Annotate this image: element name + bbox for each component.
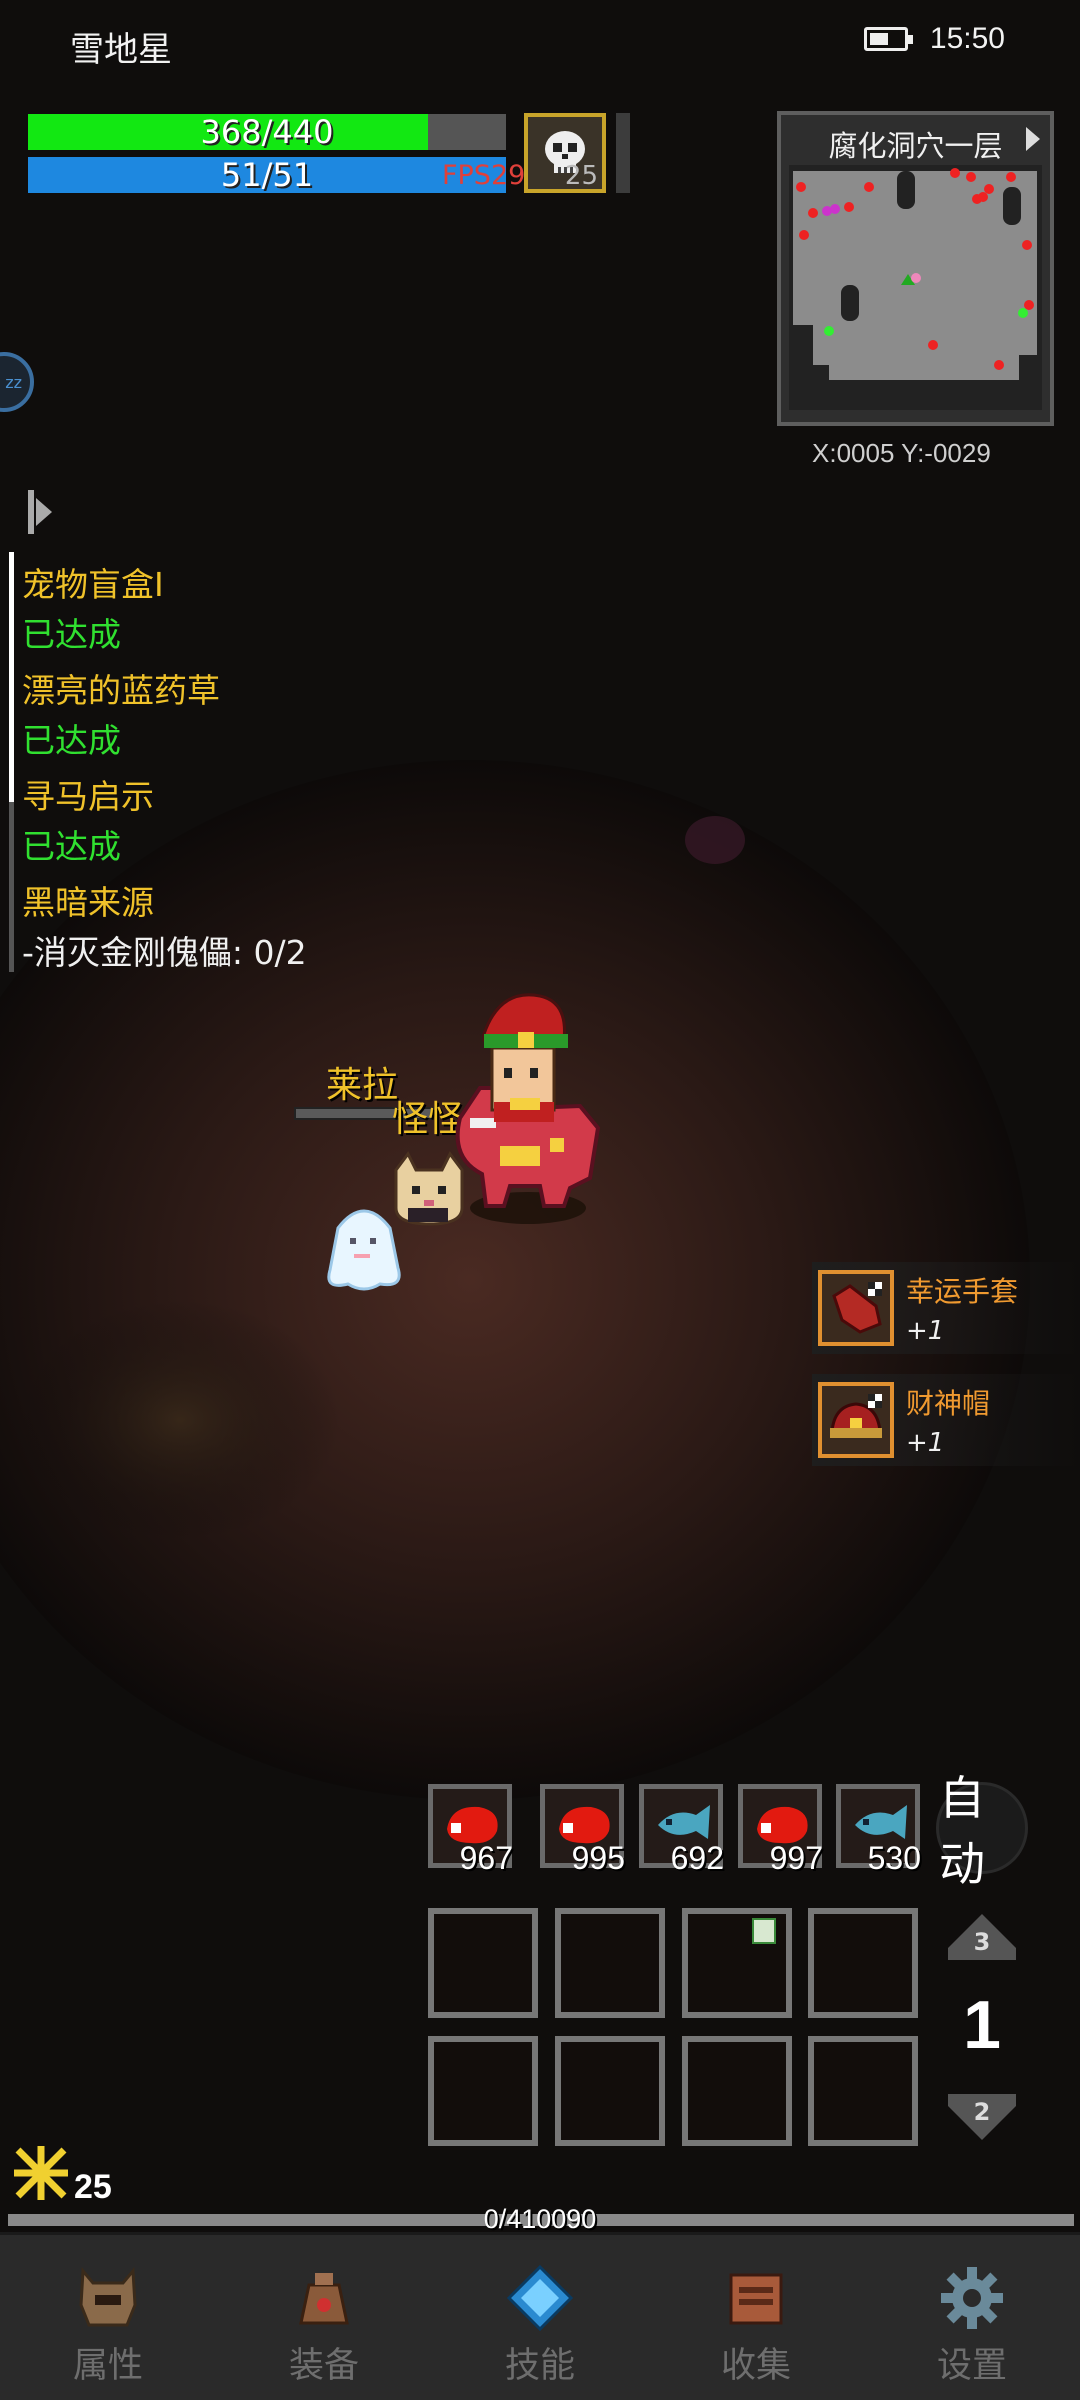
gear-icon — [941, 2267, 1003, 2329]
quest-title: 寻马启示 — [22, 777, 154, 816]
quest-item[interactable]: 漂亮的蓝药草 已达成 — [22, 666, 307, 766]
inventory-slot[interactable] — [682, 2036, 792, 2146]
page-up-number: 3 — [973, 1928, 991, 1956]
drop-item-count: +1 — [906, 1428, 945, 1458]
quest-status: 已达成 — [22, 827, 121, 866]
nav-equipment[interactable]: 装备 — [216, 2235, 432, 2400]
fps-counter: FPS29 — [442, 160, 526, 191]
hp-bar: 368/440 — [28, 114, 506, 150]
expand-panel-icon[interactable] — [28, 490, 54, 534]
drop-item-name: 幸运手套 — [906, 1275, 1019, 1308]
drop-item-name: 财神帽 — [906, 1387, 991, 1420]
minimap-expand-icon[interactable] — [1026, 127, 1040, 151]
nav-label: 属性 — [72, 2346, 143, 2386]
quest-title: 宠物盲盒I — [22, 565, 164, 604]
nav-settings[interactable]: 设置 — [864, 2235, 1080, 2400]
bag-icon — [299, 2273, 349, 2325]
inventory-slot[interactable] — [555, 1908, 665, 2018]
quick-slot-4[interactable]: 997 — [738, 1784, 823, 1876]
player-coordinates: X:0005 Y:-0029 — [812, 438, 991, 468]
side-slot[interactable] — [616, 113, 630, 193]
nav-collection[interactable]: 收集 — [648, 2235, 864, 2400]
inventory-slot[interactable] — [428, 1908, 538, 2018]
quick-slot-qty: 997 — [769, 1840, 823, 1876]
minimap-title: 腐化洞穴一层 — [828, 129, 1003, 163]
quest-title: 黑暗来源 — [22, 883, 154, 922]
hat-icon — [818, 1382, 894, 1458]
glove-icon — [818, 1270, 894, 1346]
gem-currency-icon — [14, 2146, 68, 2200]
mp-text: 51/51 — [220, 156, 314, 194]
drop-item-count: +1 — [906, 1316, 945, 1346]
quest-status: 已达成 — [22, 615, 121, 654]
npc-name-label: 莱拉 — [326, 1065, 399, 1106]
item-drop-notification: 财神帽 +1 — [812, 1374, 1080, 1466]
skull-level-button[interactable]: 25 — [524, 113, 606, 193]
quest-title: 漂亮的蓝药草 — [22, 671, 220, 710]
inventory-slot[interactable] — [682, 1908, 792, 2018]
minimap-map — [789, 165, 1042, 410]
inventory-slot[interactable] — [808, 1908, 918, 2018]
quick-slot-qty: 530 — [867, 1840, 921, 1876]
quest-item[interactable]: 寻马启示 已达成 — [22, 772, 307, 872]
page-up-button[interactable]: 3 — [948, 1914, 1016, 1960]
quest-item[interactable]: 黑暗来源 -消灭金刚傀儡: 0/2 — [22, 878, 307, 978]
shield-tag-icon — [752, 1918, 776, 1944]
hp-text: 368/440 — [200, 113, 334, 151]
nav-attributes[interactable]: 属性 — [0, 2235, 216, 2400]
quest-scroll-thumb[interactable] — [9, 552, 14, 802]
skull-level: 25 — [564, 161, 598, 191]
quest-task: -消灭金刚傀儡: 0/2 — [22, 933, 307, 972]
item-drop-notification: 幸运手套 +1 — [812, 1262, 1080, 1354]
page-down-number: 2 — [973, 2098, 991, 2126]
quick-slot-3[interactable]: 692 — [639, 1784, 724, 1876]
nav-label: 设置 — [936, 2346, 1007, 2386]
page-down-button[interactable]: 2 — [948, 2094, 1016, 2140]
inventory-page-number: 1 — [963, 1987, 1001, 2063]
quick-slot-qty: 967 — [459, 1840, 513, 1876]
gem-count: 25 — [74, 2168, 112, 2206]
quest-scroll-track[interactable] — [9, 552, 14, 972]
status-time: 15:50 — [929, 22, 1005, 55]
quick-slot-1[interactable]: 967 — [428, 1784, 513, 1876]
nav-label: 技能 — [504, 2346, 575, 2386]
auto-battle-button[interactable]: 自动 — [936, 1771, 1028, 1891]
quest-status: 已达成 — [22, 721, 121, 760]
nav-label: 收集 — [720, 2346, 791, 2386]
nav-skills[interactable]: 技能 — [432, 2235, 648, 2400]
nav-label: 装备 — [288, 2346, 359, 2386]
quick-slot-qty: 692 — [670, 1840, 724, 1876]
quick-slot-5[interactable]: 530 — [836, 1784, 921, 1876]
inventory-slot[interactable] — [808, 2036, 918, 2146]
player-on-mount-sprite[interactable] — [440, 978, 610, 1228]
helmet-icon — [79, 2267, 137, 2327]
quick-slot-qty: 995 — [571, 1840, 625, 1876]
quick-slot-2[interactable]: 995 — [540, 1784, 625, 1876]
status-app-name: 雪地星 — [70, 30, 172, 70]
book-icon — [729, 2273, 783, 2325]
minimap[interactable]: 腐化洞穴一层 — [777, 111, 1054, 426]
inventory-slot[interactable] — [555, 2036, 665, 2146]
exp-text: 0/410090 — [483, 2204, 597, 2234]
status-right: 15:50 — [863, 22, 1005, 56]
battery-icon — [863, 27, 913, 51]
quest-item[interactable]: 宠物盲盒I 已达成 — [22, 560, 307, 660]
inventory-slot[interactable] — [428, 2036, 538, 2146]
skill-gem-icon — [507, 2265, 573, 2331]
quest-list[interactable]: 宠物盲盒I 已达成 漂亮的蓝药草 已达成 寻马启示 已达成 黑暗来源 -消灭金刚… — [22, 560, 307, 984]
mp-bar: 51/51 — [28, 157, 506, 193]
bottom-nav: 属性 装备 技能 收集 设置 — [0, 2232, 1080, 2400]
